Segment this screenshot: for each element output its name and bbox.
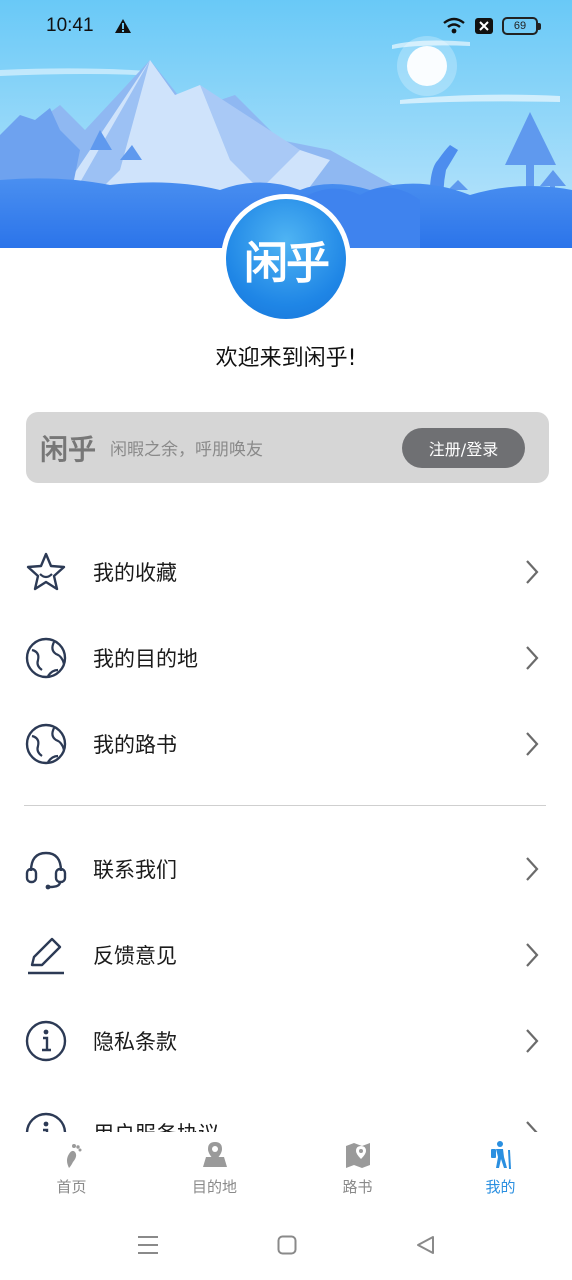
login-card: 闲乎 闲暇之余，呼朋唤友 注册/登录: [26, 412, 549, 483]
menu-label: 反馈意见: [93, 944, 177, 968]
tab-label: 目的地: [191, 1178, 237, 1196]
menu-item-roadbooks[interactable]: 我的路书: [0, 701, 572, 787]
menu-label: 隐私条款: [93, 1030, 177, 1054]
back-triangle-icon[interactable]: [415, 1235, 435, 1255]
hiker-icon: [490, 1141, 511, 1170]
tab-label: 首页: [56, 1178, 87, 1196]
star-icon: [24, 550, 68, 594]
menu-icon[interactable]: [137, 1235, 159, 1255]
chevron-right-icon: [526, 1029, 539, 1053]
tab-destinations[interactable]: 目的地: [143, 1132, 286, 1210]
status-icons: 69: [442, 17, 541, 35]
tab-home[interactable]: 首页: [0, 1132, 143, 1210]
tab-mine[interactable]: 我的: [429, 1132, 572, 1210]
menu-item-feedback[interactable]: 反馈意见: [0, 912, 572, 998]
menu-item-favorites[interactable]: 我的收藏: [0, 529, 572, 615]
tab-label: 我的: [485, 1178, 516, 1196]
menu-item-user-agreement[interactable]: 用户服务协议: [0, 1098, 572, 1132]
chevron-right-icon: [526, 857, 539, 881]
chevron-right-icon: [526, 560, 539, 584]
map-pin-icon: [202, 1142, 227, 1167]
scroll-clip: 用户服务协议: [0, 1098, 572, 1132]
menu-group-personal: 我的收藏 我的目的地 我的路书: [0, 529, 572, 787]
tab-roadbook[interactable]: 路书: [286, 1132, 429, 1210]
divider: [24, 805, 546, 806]
status-bar: 10:41 69: [0, 0, 572, 52]
info-icon: [24, 1019, 68, 1063]
menu-item-privacy[interactable]: 隐私条款: [0, 998, 572, 1084]
app-logo-text: 闲乎: [226, 199, 346, 319]
footprint-icon: [66, 1144, 81, 1168]
globe-icon: [24, 636, 68, 680]
info-icon: [24, 1111, 68, 1132]
chevron-right-icon: [526, 943, 539, 967]
menu-item-contact-us[interactable]: 联系我们: [0, 826, 572, 912]
status-time: 10:41: [46, 15, 94, 36]
app-logo: 闲乎: [221, 194, 351, 324]
home-square-icon[interactable]: [277, 1235, 297, 1255]
tab-label: 路书: [342, 1178, 373, 1196]
globe-icon: [24, 722, 68, 766]
headset-icon: [24, 847, 68, 891]
menu-label: 联系我们: [93, 858, 177, 882]
system-nav-bar: [0, 1210, 572, 1280]
chevron-right-icon: [526, 732, 539, 756]
warning-icon: [114, 19, 131, 33]
card-logo: 闲乎: [40, 432, 97, 466]
menu-label: 我的目的地: [93, 647, 198, 671]
menu-item-destinations[interactable]: 我的目的地: [0, 615, 572, 701]
card-slogan: 闲暇之余，呼朋唤友: [110, 440, 263, 460]
register-login-button[interactable]: 注册/登录: [402, 427, 525, 468]
wifi-icon: [443, 17, 465, 34]
bottom-tab-bar: 首页 目的地 路书 我的: [0, 1132, 572, 1210]
roadbook-icon: [345, 1143, 370, 1168]
welcome-text: 欢迎来到闲乎!: [215, 346, 357, 371]
chevron-right-icon: [526, 646, 539, 670]
menu-label: 我的路书: [93, 733, 177, 757]
battery-level: 69: [513, 20, 527, 32]
menu-label: 用户服务协议: [93, 1118, 219, 1132]
chevron-right-icon: [526, 1121, 538, 1132]
no-sim-icon: [475, 18, 493, 34]
menu-label: 我的收藏: [93, 561, 177, 585]
menu-group-support: 联系我们 反馈意见 隐私条款: [0, 826, 572, 1084]
pencil-icon: [24, 933, 68, 977]
battery-icon: 69: [502, 17, 541, 35]
